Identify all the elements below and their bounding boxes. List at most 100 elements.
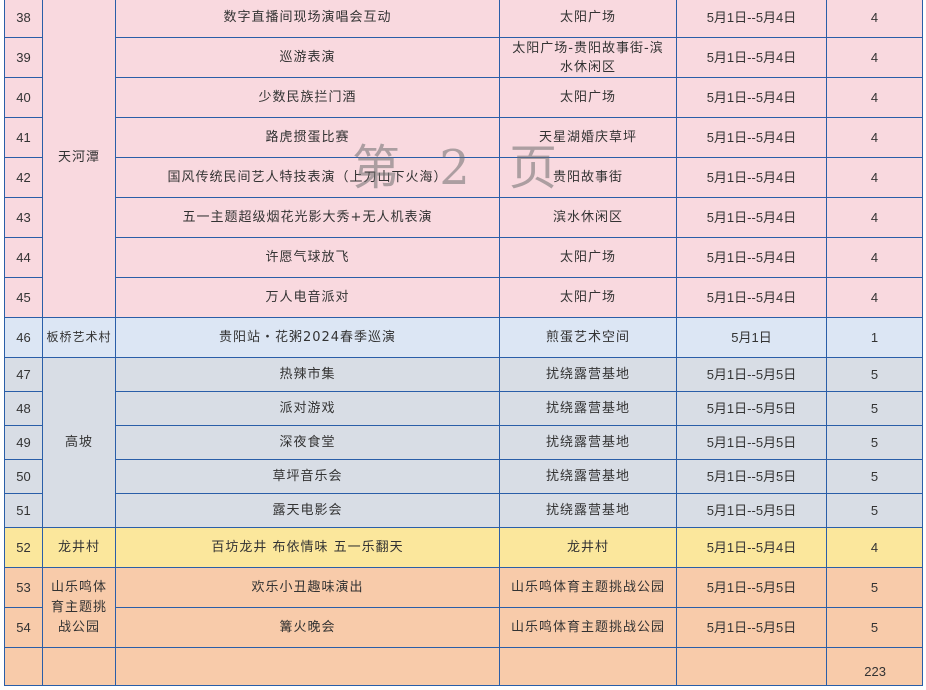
table-row: 49 深夜食堂 扰绕露营基地 5月1日--5月5日 5 [4, 425, 923, 460]
table-row: 42 国风传统民间艺人特技表演（上刀山下火海） 贵阳故事街 5月1日--5月4日… [4, 157, 923, 198]
day-count: 4 [826, 527, 923, 568]
venue: 煎蛋艺术空间 [499, 317, 677, 358]
event-name: 国风传统民间艺人特技表演（上刀山下火海） [115, 157, 500, 198]
row-number: 41 [4, 117, 43, 158]
date-range: 5月1日--5月4日 [676, 117, 827, 158]
venue: 扰绕露营基地 [499, 425, 677, 460]
row-number: 40 [4, 77, 43, 118]
venue: 扰绕露营基地 [499, 357, 677, 392]
date-range: 5月1日--5月5日 [676, 391, 827, 426]
row-number: 48 [4, 391, 43, 426]
event-name: 路虎掼蛋比赛 [115, 117, 500, 158]
day-count: 1 [826, 317, 923, 358]
area-cell: 天河潭 [42, 0, 116, 318]
event-name: 万人电音派对 [115, 277, 500, 318]
table-row: 51 露天电影会 扰绕露营基地 5月1日--5月5日 5 [4, 493, 923, 528]
table-row: 48 派对游戏 扰绕露营基地 5月1日--5月5日 5 [4, 391, 923, 426]
day-count: 4 [826, 237, 923, 278]
date-range: 5月1日--5月4日 [676, 157, 827, 198]
empty-cell [4, 647, 43, 686]
table-row: 47 高坡 热辣市集 扰绕露营基地 5月1日--5月5日 5 [4, 357, 923, 528]
day-count: 4 [826, 277, 923, 318]
table-row-empty: 223 [4, 647, 923, 686]
table-row: 50 草坪音乐会 扰绕露营基地 5月1日--5月5日 5 [4, 459, 923, 494]
row-number: 46 [4, 317, 43, 358]
date-range: 5月1日--5月4日 [676, 527, 827, 568]
date-range: 5月1日--5月4日 [676, 0, 827, 38]
row-number: 52 [4, 527, 43, 568]
venue: 龙井村 [499, 527, 677, 568]
area-cell: 龙井村 [42, 527, 116, 568]
event-name: 篝火晚会 [115, 607, 500, 648]
day-count: 4 [826, 117, 923, 158]
event-name: 数字直播间现场演唱会互动 [115, 0, 500, 38]
row-number: 43 [4, 197, 43, 238]
event-name: 许愿气球放飞 [115, 237, 500, 278]
venue: 山乐鸣体育主题挑战公园 [499, 607, 677, 648]
event-name: 草坪音乐会 [115, 459, 500, 494]
row-number: 54 [4, 607, 43, 648]
date-range: 5月1日 [676, 317, 827, 358]
table-row: 44 许愿气球放飞 太阳广场 5月1日--5月4日 4 [4, 237, 923, 278]
date-range: 5月1日--5月5日 [676, 459, 827, 494]
row-number: 53 [4, 567, 43, 608]
day-count: 4 [826, 0, 923, 38]
event-name: 百坊龙井 布依情味 五一乐翻天 [115, 527, 500, 568]
area-cell: 板桥艺术村 [42, 317, 116, 358]
area-cell: 山乐鸣体育主题挑战公园 [42, 567, 116, 648]
venue: 太阳广场 [499, 237, 677, 278]
table-row: 38 天河潭 数字直播间现场演唱会互动 太阳广场 5月1日--5月4日 4 [4, 0, 923, 318]
row-number: 44 [4, 237, 43, 278]
day-count: 4 [826, 197, 923, 238]
table-row: 43 五一主题超级烟花光影大秀+无人机表演 滨水休闲区 5月1日--5月4日 4 [4, 197, 923, 238]
row-number: 38 [4, 0, 43, 38]
day-count: 4 [826, 157, 923, 198]
event-name: 深夜食堂 [115, 425, 500, 460]
date-range: 5月1日--5月5日 [676, 493, 827, 528]
venue: 太阳广场-贵阳故事街-滨水休闲区 [499, 37, 677, 78]
venue: 太阳广场 [499, 277, 677, 318]
venue: 贵阳故事街 [499, 157, 677, 198]
row-number: 50 [4, 459, 43, 494]
day-count: 5 [826, 493, 923, 528]
row-number: 39 [4, 37, 43, 78]
page-number: 223 [826, 647, 923, 686]
day-count: 5 [826, 391, 923, 426]
table-row: 41 路虎掼蛋比赛 天星湖婚庆草坪 5月1日--5月4日 4 [4, 117, 923, 158]
events-table: 38 天河潭 数字直播间现场演唱会互动 太阳广场 5月1日--5月4日 4 39… [4, 0, 923, 686]
table-row: 53 山乐鸣体育主题挑战公园 欢乐小丑趣味演出 山乐鸣体育主题挑战公园 5月1日… [4, 567, 923, 648]
date-range: 5月1日--5月4日 [676, 37, 827, 78]
event-name: 露天电影会 [115, 493, 500, 528]
day-count: 5 [826, 425, 923, 460]
row-number: 49 [4, 425, 43, 460]
date-range: 5月1日--5月5日 [676, 607, 827, 648]
day-count: 5 [826, 459, 923, 494]
empty-cell [676, 647, 827, 686]
venue: 扰绕露营基地 [499, 459, 677, 494]
event-name: 贵阳站・花粥2024春季巡演 [115, 317, 500, 358]
row-number: 51 [4, 493, 43, 528]
row-number: 47 [4, 357, 43, 392]
date-range: 5月1日--5月5日 [676, 425, 827, 460]
empty-cell [42, 647, 116, 686]
table-row: 46 板桥艺术村 贵阳站・花粥2024春季巡演 煎蛋艺术空间 5月1日 1 [4, 317, 923, 358]
venue: 山乐鸣体育主题挑战公园 [499, 567, 677, 608]
event-name: 五一主题超级烟花光影大秀+无人机表演 [115, 197, 500, 238]
table-row: 39 巡游表演 太阳广场-贵阳故事街-滨水休闲区 5月1日--5月4日 4 [4, 37, 923, 78]
venue: 扰绕露营基地 [499, 391, 677, 426]
date-range: 5月1日--5月4日 [676, 277, 827, 318]
day-count: 4 [826, 37, 923, 78]
empty-cell [115, 647, 500, 686]
venue: 滨水休闲区 [499, 197, 677, 238]
day-count: 5 [826, 357, 923, 392]
event-name: 少数民族拦门酒 [115, 77, 500, 118]
area-cell: 高坡 [42, 357, 116, 528]
day-count: 4 [826, 77, 923, 118]
date-range: 5月1日--5月5日 [676, 357, 827, 392]
table-row: 54 篝火晚会 山乐鸣体育主题挑战公园 5月1日--5月5日 5 [4, 607, 923, 648]
date-range: 5月1日--5月4日 [676, 237, 827, 278]
venue: 天星湖婚庆草坪 [499, 117, 677, 158]
spreadsheet-page: 38 天河潭 数字直播间现场演唱会互动 太阳广场 5月1日--5月4日 4 39… [0, 0, 926, 690]
venue: 太阳广场 [499, 77, 677, 118]
event-name: 热辣市集 [115, 357, 500, 392]
